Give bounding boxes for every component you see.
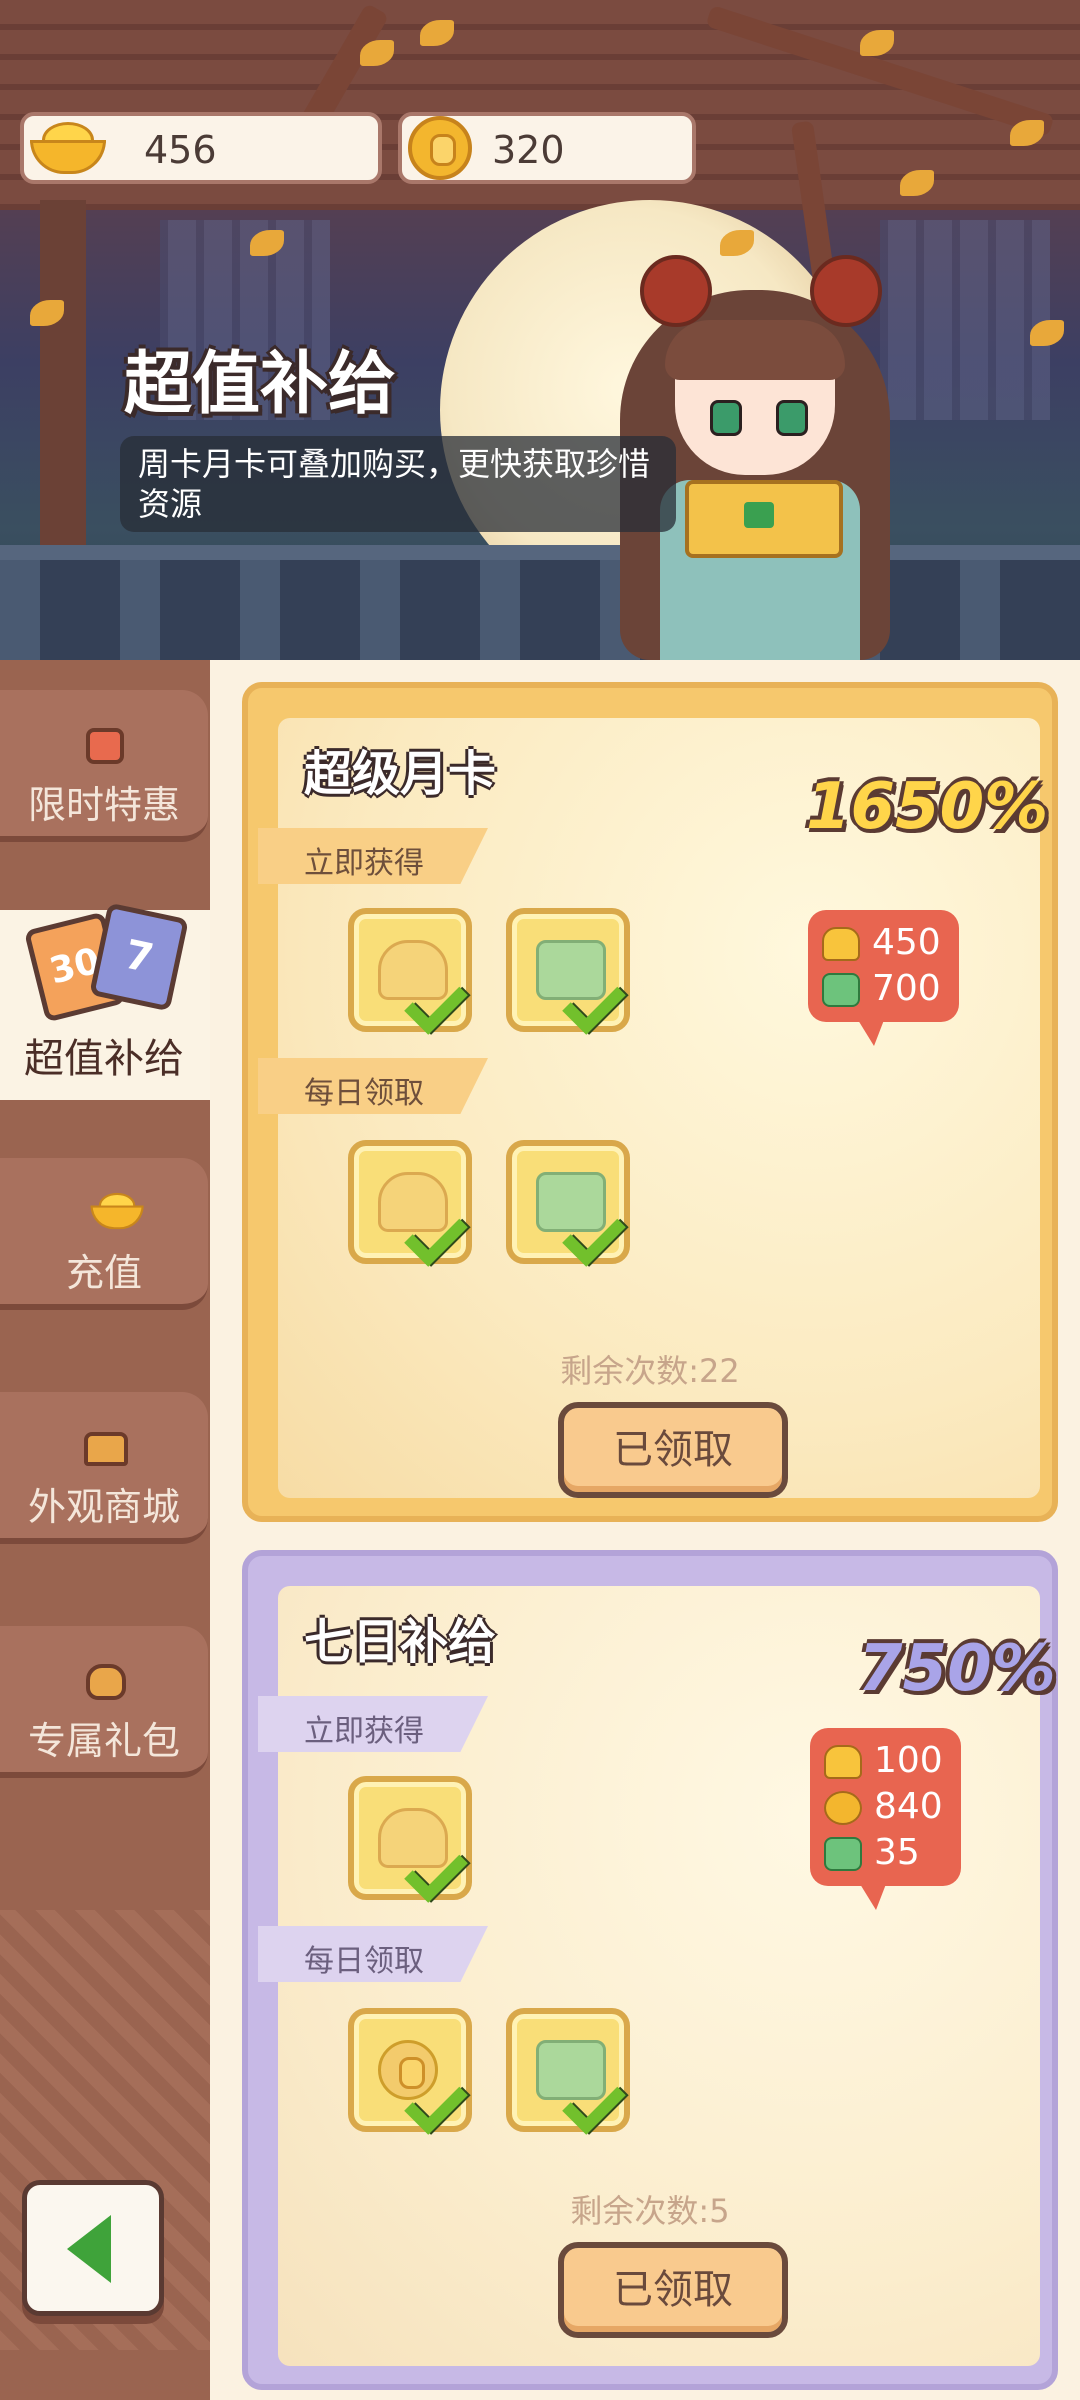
sidebar-item-exclusive-pack[interactable]: 专属礼包 <box>0 1626 208 1778</box>
gold-ingot-icon <box>30 122 106 174</box>
reward-row: 450 <box>822 920 941 966</box>
coin-amount: 320 <box>492 128 565 172</box>
daily-ribbon: 每日领取 <box>258 1926 488 1982</box>
card-title: 七日补给 <box>304 1614 497 1670</box>
reward-row: 100 <box>824 1738 943 1784</box>
bonus-percent: 750% <box>858 1632 1056 1706</box>
gift-box-icon <box>86 728 124 764</box>
sidebar-item-label: 超值补给 <box>24 1036 184 1082</box>
claimed-button[interactable]: 已领取 <box>558 2242 788 2338</box>
bonus-percent: 1650% <box>806 770 1049 844</box>
reward-row: 840 <box>824 1784 943 1830</box>
offer-card-weekly: 七日补给 750% 立即获得 每日领取 100 840 35 剩余次数:5 已领… <box>242 1550 1058 2390</box>
reward-slot-jade[interactable] <box>506 908 630 1035</box>
gold-ingot-icon <box>824 1745 862 1779</box>
offer-card-monthly: 超级月卡 1650% 立即获得 每日领取 450 700 剩余次数:22 已领取 <box>242 682 1058 1522</box>
reward-slot-gold[interactable] <box>348 1140 472 1267</box>
reward-slot-gold[interactable] <box>348 1776 472 1903</box>
banner-title: 超值补给 <box>124 345 397 424</box>
sidebar-item-label: 外观商城 <box>27 1485 180 1529</box>
cards-30-7-icon: 30 7 <box>0 902 210 1023</box>
reward-row: 35 <box>824 1830 943 1876</box>
remaining-count: 剩余次数:22 <box>560 1352 740 1390</box>
ribbon-label: 立即获得 <box>304 846 424 881</box>
sidebar: 限时特惠 30 7 超值补给 充值 外观商城 专属礼包 <box>0 660 210 2400</box>
gold-counter[interactable]: 456 <box>20 112 382 184</box>
ginkgo-leaf <box>1030 320 1064 346</box>
banner: 超值补给 周卡月卡可叠加购买，更快获取珍惜资源 <box>0 0 1080 660</box>
instant-ribbon: 立即获得 <box>258 1696 488 1752</box>
gold-amount: 456 <box>144 128 217 172</box>
coin-icon <box>408 116 472 180</box>
gold-ingot-icon <box>90 1192 144 1230</box>
claimed-button[interactable]: 已领取 <box>558 1402 788 1498</box>
reward-bubble: 450 700 <box>808 910 959 1046</box>
reward-row: 700 <box>822 966 941 1012</box>
main-panel: 超级月卡 1650% 立即获得 每日领取 450 700 剩余次数:22 已领取… <box>210 660 1080 2400</box>
sidebar-item-label: 充值 <box>65 1251 142 1295</box>
bag-icon <box>86 1664 126 1700</box>
chest-icon <box>84 1432 128 1466</box>
coin-counter[interactable]: 320 <box>398 112 696 184</box>
banner-subtitle: 周卡月卡可叠加购买，更快获取珍惜资源 <box>120 436 676 532</box>
reward-slot-jade[interactable] <box>506 2008 630 2135</box>
remaining-count: 剩余次数:5 <box>570 2192 730 2230</box>
reward-slot-gold[interactable] <box>348 908 472 1035</box>
reward-slot-coin[interactable] <box>348 2008 472 2135</box>
jade-icon <box>824 1837 862 1871</box>
jade-icon <box>822 973 860 1007</box>
reward-slot-jade[interactable] <box>506 1140 630 1267</box>
coin-icon <box>824 1791 862 1825</box>
sidebar-item-value-supply[interactable]: 30 7 超值补给 <box>0 902 210 1100</box>
card-title: 超级月卡 <box>304 746 497 802</box>
reward-bubble: 100 840 35 <box>810 1728 961 1910</box>
ribbon-label: 每日领取 <box>304 1944 424 1979</box>
instant-ribbon: 立即获得 <box>258 828 488 884</box>
sidebar-item-recharge[interactable]: 充值 <box>0 1158 208 1310</box>
daily-ribbon: 每日领取 <box>258 1058 488 1114</box>
gold-ingot-icon <box>822 927 860 961</box>
treasure-chest <box>685 480 843 558</box>
ribbon-label: 立即获得 <box>304 1714 424 1749</box>
sidebar-item-limited-offer[interactable]: 限时特惠 <box>0 690 208 842</box>
sidebar-item-label: 专属礼包 <box>27 1719 180 1763</box>
sidebar-item-appearance-store[interactable]: 外观商城 <box>0 1392 208 1544</box>
back-button[interactable] <box>22 2180 164 2316</box>
ribbon-label: 每日领取 <box>304 1076 424 1111</box>
sidebar-item-label: 限时特惠 <box>27 783 180 827</box>
